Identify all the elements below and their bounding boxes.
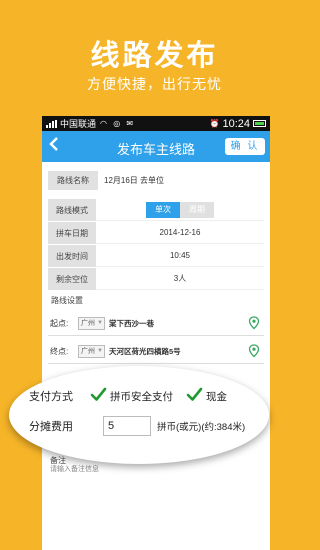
- mode-row: 路线模式 单次 周期: [48, 199, 264, 221]
- trip-info-table: 路线模式 单次 周期 拼车日期 2014-12-16 出发时间 10:45 剩余…: [48, 199, 264, 291]
- seats-label: 剩余空位: [48, 268, 96, 290]
- fee-unit: 拼币(或元)(约:384米): [157, 422, 246, 433]
- start-city: 广州: [81, 320, 95, 327]
- time-value[interactable]: 10:45: [96, 245, 264, 267]
- battery-icon: [253, 120, 266, 127]
- payment-zoom-callout: 支付方式 拼币安全支付 现金 分摊费用 5 拼币(或元)(约:384米): [9, 366, 269, 464]
- fee-input[interactable]: 5: [103, 416, 151, 436]
- route-name-value[interactable]: 12月16日 去单位: [104, 175, 164, 186]
- dropdown-arrow-icon: ▼: [97, 320, 103, 326]
- divider: [48, 335, 264, 336]
- clock: 10:24: [222, 117, 250, 130]
- payment-row: 支付方式 拼币安全支付 现金: [29, 387, 241, 404]
- route-name-label: 路线名称: [48, 171, 98, 190]
- end-address[interactable]: 天河区荷光四横路5号: [109, 346, 181, 357]
- end-city: 广州: [81, 348, 95, 355]
- end-label: 终点:: [50, 346, 69, 356]
- dropdown-arrow-icon: ▼: [97, 348, 103, 354]
- seats-value[interactable]: 3人: [96, 268, 264, 290]
- status-bar: 中国联通 ◠ ◎ ✉ ⏰ 10:24: [42, 116, 270, 131]
- payment-label: 支付方式: [29, 391, 73, 403]
- time-label: 出发时间: [48, 245, 96, 267]
- start-city-select[interactable]: 广州 ▼: [78, 316, 105, 330]
- pay-cash-option[interactable]: 现金: [186, 387, 227, 404]
- time-row[interactable]: 出发时间 10:45: [48, 245, 264, 267]
- end-city-select[interactable]: 广州 ▼: [78, 344, 105, 358]
- wifi-icon: ◠ ◎ ✉: [100, 119, 136, 128]
- map-pin-icon[interactable]: [248, 316, 260, 330]
- fee-row: 分摊费用 5 拼币(或元)(约:384米): [29, 416, 245, 436]
- date-row[interactable]: 拼车日期 2014-12-16: [48, 222, 264, 244]
- checkmark-icon[interactable]: [90, 387, 107, 403]
- phone-screen: 中国联通 ◠ ◎ ✉ ⏰ 10:24 发布车主线路 确 认 路线名称 12月16…: [42, 116, 270, 550]
- note-input[interactable]: 请输入备注信息: [50, 459, 260, 543]
- pay-coin-option[interactable]: 拼币安全支付: [90, 387, 173, 404]
- date-value[interactable]: 2014-12-16: [96, 222, 264, 244]
- fee-label: 分摊费用: [29, 421, 73, 433]
- nav-bar: 发布车主线路 确 认: [42, 131, 270, 162]
- mode-once-option[interactable]: 单次: [146, 201, 180, 218]
- start-label: 起点:: [50, 318, 69, 328]
- carrier-name: 中国联通: [60, 119, 97, 129]
- route-settings-header: 路线设置: [51, 296, 83, 305]
- mode-label: 路线模式: [48, 199, 96, 221]
- mode-toggle[interactable]: 单次 周期: [146, 201, 214, 218]
- mode-periodic-option[interactable]: 周期: [180, 201, 214, 218]
- seats-row[interactable]: 剩余空位 3人: [48, 268, 264, 290]
- pay-cash-label: 现金: [206, 390, 227, 403]
- checkmark-icon[interactable]: [186, 387, 203, 403]
- promo-title: 线路发布: [90, 40, 219, 72]
- confirm-button[interactable]: 确 认: [225, 138, 265, 155]
- map-pin-icon[interactable]: [248, 344, 260, 358]
- signal-icon: [46, 119, 57, 128]
- start-address[interactable]: 棠下西沙一巷: [109, 318, 154, 329]
- alarm-icon: ⏰: [209, 119, 220, 128]
- divider: [48, 363, 264, 364]
- end-row: 终点: 广州 ▼ 天河区荷光四横路5号: [48, 340, 264, 362]
- date-label: 拼车日期: [48, 222, 96, 244]
- pay-coin-label: 拼币安全支付: [110, 390, 173, 403]
- start-row: 起点: 广州 ▼ 棠下西沙一巷: [48, 312, 264, 334]
- route-name-row[interactable]: 路线名称 12月16日 去单位: [48, 171, 264, 190]
- promo-subtitle: 方便快捷，出行无忧: [87, 76, 222, 92]
